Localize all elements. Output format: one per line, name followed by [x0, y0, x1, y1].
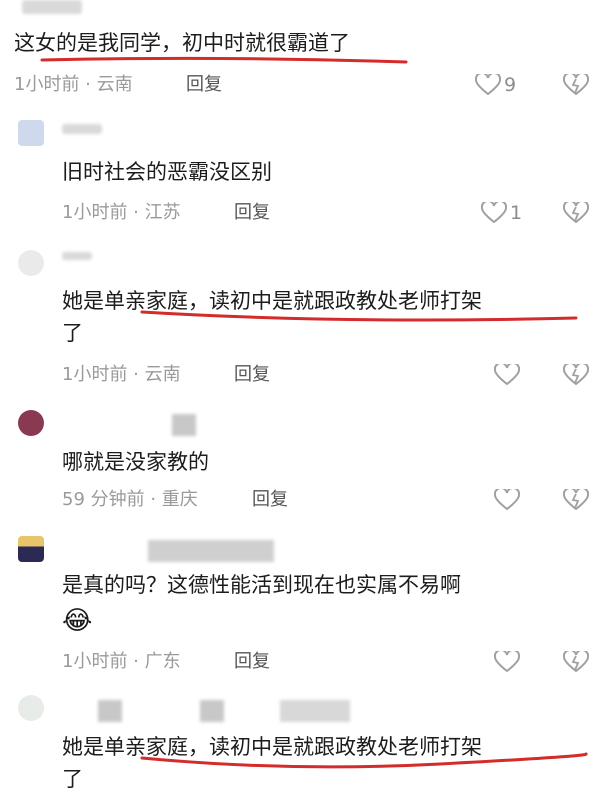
avatar[interactable]: [18, 695, 44, 721]
avatar[interactable]: [18, 120, 44, 146]
like-count: 9: [504, 74, 517, 96]
dislike-heart-icon[interactable]: [563, 489, 589, 511]
reply-button[interactable]: 回复: [234, 363, 270, 387]
blurred-username: [62, 124, 102, 134]
avatar[interactable]: [18, 536, 44, 562]
heart-icon[interactable]: [475, 74, 501, 96]
heart-icon[interactable]: [481, 202, 507, 224]
comment-meta: 1小时前 · 云南: [62, 364, 181, 385]
blurred-username: [280, 700, 350, 722]
blurred-username: [148, 540, 274, 562]
comment-meta: 1小时前 · 云南: [14, 74, 133, 95]
blurred-username: [172, 414, 196, 436]
blurred-username: [22, 0, 82, 14]
comment-text-continued: 了: [62, 321, 83, 345]
reply-button[interactable]: 回复: [186, 73, 222, 97]
comment-meta: 1小时前 · 江苏: [62, 202, 181, 223]
comment-text: 是真的吗？这德性能活到现在也实属不易啊: [62, 573, 461, 597]
blurred-username: [200, 700, 224, 722]
heart-icon[interactable]: [494, 364, 520, 386]
avatar[interactable]: [18, 250, 44, 276]
dislike-heart-icon[interactable]: [563, 202, 589, 224]
blurred-username: [98, 700, 122, 722]
comment-text: 她是单亲家庭，读初中是就跟政教处老师打架: [62, 735, 482, 759]
laughing-crying-emoji: 😂: [62, 606, 93, 636]
reply-button[interactable]: 回复: [234, 201, 270, 225]
dislike-heart-icon[interactable]: [563, 364, 589, 386]
comment-text: 她是单亲家庭，读初中是就跟政教处老师打架: [62, 289, 482, 313]
comment-meta: 1小时前 · 广东: [62, 651, 181, 672]
comment-text: 旧时社会的恶霸没区别: [62, 160, 272, 184]
comment-meta: 59 分钟前 · 重庆: [62, 489, 198, 510]
reply-button[interactable]: 回复: [252, 488, 288, 512]
comment-text: 这女的是我同学，初中时就很霸道了: [14, 31, 350, 55]
comment-text: 哪就是没家教的: [62, 450, 209, 474]
avatar[interactable]: [18, 410, 44, 436]
heart-icon[interactable]: [494, 651, 520, 673]
comment-text-continued: 了: [62, 767, 83, 791]
blurred-username: [62, 252, 92, 260]
dislike-heart-icon[interactable]: [563, 74, 589, 96]
like-count: 1: [510, 202, 523, 224]
heart-icon[interactable]: [494, 489, 520, 511]
dislike-heart-icon[interactable]: [563, 651, 589, 673]
reply-button[interactable]: 回复: [234, 650, 270, 674]
